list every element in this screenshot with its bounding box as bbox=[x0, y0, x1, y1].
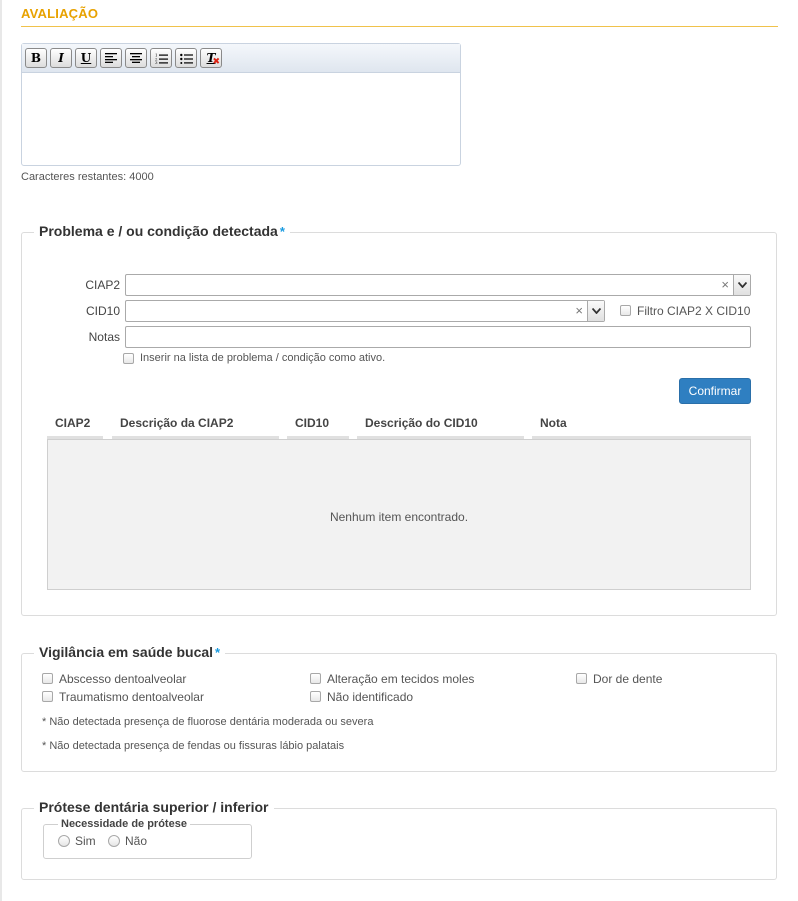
protese-sim-radio[interactable] bbox=[58, 835, 70, 847]
filtro-label: Filtro CIAP2 X CID10 bbox=[637, 304, 751, 318]
ordered-list-button[interactable]: 123 bbox=[150, 48, 172, 68]
vigilancia-legend-text: Vigilância em saúde bucal bbox=[39, 644, 214, 660]
align-center-icon bbox=[130, 53, 142, 63]
editor-toolbar: B I U 123 T ✖ bbox=[22, 44, 460, 73]
vigilancia-legend: Vigilância em saúde bucal * bbox=[34, 644, 226, 660]
clear-icon[interactable]: × bbox=[721, 277, 729, 292]
clear-icon[interactable]: × bbox=[575, 303, 583, 318]
confirm-button[interactable]: Confirmar bbox=[679, 378, 751, 404]
column-header-descricao-cid10[interactable]: Descrição do CID10 bbox=[365, 416, 478, 430]
ciap2-select[interactable]: × bbox=[125, 274, 751, 296]
cid10-label: CID10 bbox=[85, 304, 120, 318]
protese-nao-radio[interactable] bbox=[108, 835, 120, 847]
required-mark: * bbox=[215, 645, 221, 660]
empty-message: Nenhum item encontrado. bbox=[329, 510, 469, 524]
chevron-down-icon[interactable] bbox=[587, 301, 604, 321]
protese-legend: Prótese dentária superior / inferior bbox=[34, 799, 274, 815]
column-header-descricao-ciap2[interactable]: Descrição da CIAP2 bbox=[120, 416, 233, 430]
rich-text-editor: B I U 123 T ✖ bbox=[21, 43, 461, 166]
underline-icon: U bbox=[80, 51, 92, 65]
ciap2-label: CIAP2 bbox=[85, 278, 120, 292]
problema-legend-text: Problema e / ou condição detectada bbox=[39, 223, 278, 239]
italic-button[interactable]: I bbox=[50, 48, 72, 68]
align-center-button[interactable] bbox=[125, 48, 147, 68]
problema-legend: Problema e / ou condição detectada * bbox=[34, 223, 290, 239]
cid10-select[interactable]: × bbox=[125, 300, 605, 322]
page-left-border bbox=[0, 0, 2, 901]
remaining-characters: Caracteres restantes: 4000 bbox=[21, 171, 154, 183]
filtro-checkbox[interactable] bbox=[620, 305, 631, 316]
alteracao-tecidos-checkbox[interactable] bbox=[310, 673, 321, 684]
column-header-ciap2[interactable]: CIAP2 bbox=[55, 416, 90, 430]
vigilancia-fieldset: Vigilância em saúde bucal * bbox=[21, 644, 777, 772]
protese-nao-label: Não bbox=[125, 834, 148, 848]
bold-button[interactable]: B bbox=[25, 48, 47, 68]
dor-de-dente-label: Dor de dente bbox=[593, 672, 663, 686]
nao-identificado-checkbox[interactable] bbox=[310, 691, 321, 702]
remove-x-icon: ✖ bbox=[212, 57, 220, 67]
align-left-button[interactable] bbox=[100, 48, 122, 68]
column-header-nota[interactable]: Nota bbox=[540, 416, 567, 430]
abscesso-checkbox[interactable] bbox=[42, 673, 53, 684]
bullet-list-icon bbox=[179, 53, 193, 64]
nao-identificado-label: Não identificado bbox=[327, 690, 414, 704]
editor-text-area[interactable] bbox=[22, 74, 460, 165]
section-divider bbox=[21, 26, 778, 27]
notas-label: Notas bbox=[88, 330, 120, 344]
bold-icon: B bbox=[30, 51, 42, 65]
clear-format-button[interactable]: T ✖ bbox=[200, 48, 222, 68]
chevron-down-icon[interactable] bbox=[733, 275, 750, 295]
fendas-note: * Não detectada presença de fendas ou fi… bbox=[42, 740, 345, 752]
abscesso-label: Abscesso dentoalveolar bbox=[59, 672, 187, 686]
underline-button[interactable]: U bbox=[75, 48, 97, 68]
traumatismo-checkbox[interactable] bbox=[42, 691, 53, 702]
column-header-cid10[interactable]: CID10 bbox=[295, 416, 329, 430]
italic-icon: I bbox=[58, 51, 64, 65]
fluorose-note: * Não detectada presença de fluorose den… bbox=[42, 716, 374, 728]
section-title: AVALIAÇÃO bbox=[21, 6, 99, 21]
inserir-ativo-label: Inserir na lista de problema / condição … bbox=[140, 352, 386, 364]
protese-sim-label: Sim bbox=[75, 834, 96, 848]
ordered-list-icon: 123 bbox=[155, 53, 168, 64]
notas-input[interactable] bbox=[125, 326, 751, 348]
required-mark: * bbox=[279, 224, 285, 239]
align-left-icon bbox=[105, 53, 117, 63]
necessidade-protese-legend: Necessidade de prótese bbox=[58, 818, 190, 830]
bullet-list-button[interactable] bbox=[175, 48, 197, 68]
inserir-ativo-checkbox[interactable] bbox=[123, 353, 134, 364]
dor-de-dente-checkbox[interactable] bbox=[576, 673, 587, 684]
svg-text:3: 3 bbox=[155, 60, 158, 64]
problems-table-body: Nenhum item encontrado. bbox=[47, 439, 751, 590]
traumatismo-label: Traumatismo dentoalveolar bbox=[59, 690, 204, 704]
alteracao-tecidos-label: Alteração em tecidos moles bbox=[327, 672, 475, 686]
